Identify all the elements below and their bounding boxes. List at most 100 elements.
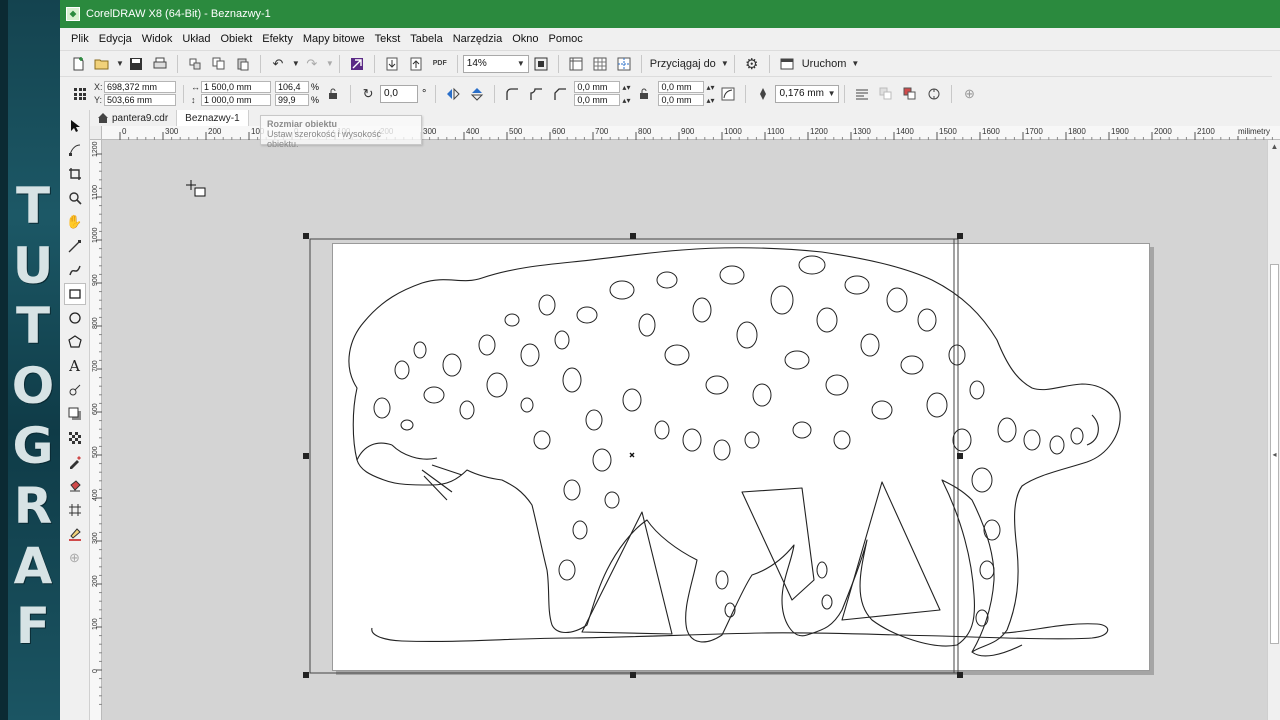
print-icon[interactable]: [150, 54, 170, 74]
zoom-level-combo[interactable]: 14% ▼: [462, 54, 529, 73]
corner-radius-bottom-right-field[interactable]: 0,0 mm: [658, 94, 705, 106]
to-front-icon[interactable]: [876, 84, 896, 104]
scale-height-field[interactable]: 99,9: [275, 94, 309, 106]
pick-tool-icon[interactable]: [64, 115, 86, 137]
relative-corner-scaling-icon[interactable]: [718, 84, 738, 104]
pan-tool-icon[interactable]: ✋: [64, 211, 86, 233]
cut-icon[interactable]: [185, 54, 205, 74]
title-bar[interactable]: CorelDRAW X8 (64-Bit) - Beznazwy-1: [60, 0, 1280, 28]
height-field[interactable]: 1 000,0 mm: [201, 94, 271, 106]
menu-mapy-bitowe[interactable]: Mapy bitowe: [298, 33, 370, 45]
crop-tool-icon[interactable]: [64, 163, 86, 185]
add-icon[interactable]: ⊕: [959, 84, 979, 104]
publish-pdf-icon[interactable]: PDF: [430, 54, 450, 74]
paste-icon[interactable]: [233, 54, 253, 74]
menu-pomoc[interactable]: Pomoc: [544, 33, 588, 45]
show-grid-icon[interactable]: [590, 54, 610, 74]
show-guidelines-icon[interactable]: [614, 54, 634, 74]
scroll-middle-icon: ◂: [1272, 450, 1277, 459]
spinner-icon[interactable]: ▴▾: [622, 83, 630, 92]
import-icon[interactable]: [382, 54, 402, 74]
redo-icon[interactable]: ↷: [302, 54, 322, 74]
corner-radius-bottom-left-field[interactable]: 0,0 mm: [574, 94, 621, 106]
search-content-icon[interactable]: [347, 54, 367, 74]
new-document-icon[interactable]: [68, 54, 88, 74]
chevron-down-icon[interactable]: ▼: [326, 59, 334, 68]
ruler-origin[interactable]: [90, 126, 102, 140]
menu-okno[interactable]: Okno: [507, 33, 543, 45]
snap-to-label[interactable]: Przyciągaj do: [650, 58, 716, 70]
convert-to-curves-icon[interactable]: [924, 84, 944, 104]
object-origin-icon[interactable]: [70, 84, 90, 104]
color-eyedropper-tool-icon[interactable]: [64, 451, 86, 473]
outline-tool-icon[interactable]: [64, 523, 86, 545]
lock-ratio-icon[interactable]: [323, 84, 343, 104]
menu-plik[interactable]: Plik: [66, 33, 94, 45]
width-field[interactable]: 1 500,0 mm: [201, 81, 271, 93]
mirror-horizontal-icon[interactable]: [443, 84, 463, 104]
menu-tabela[interactable]: Tabela: [405, 33, 447, 45]
menu-tekst[interactable]: Tekst: [370, 33, 406, 45]
polygon-tool-icon[interactable]: [64, 331, 86, 353]
menu-efekty[interactable]: Efekty: [257, 33, 298, 45]
parallel-dimension-tool-icon[interactable]: [64, 379, 86, 401]
scale-width-field[interactable]: 106,4: [275, 81, 309, 93]
rectangle-tool-icon[interactable]: [63, 283, 86, 305]
wrap-text-icon[interactable]: [852, 84, 872, 104]
chevron-down-icon[interactable]: ▼: [292, 59, 300, 68]
chamfered-corner-icon[interactable]: [550, 84, 570, 104]
launch-label[interactable]: Uruchom: [802, 58, 847, 70]
vertical-scrollbar[interactable]: ▲ ◂: [1267, 140, 1280, 720]
menu-obiekt[interactable]: Obiekt: [215, 33, 257, 45]
artistic-media-tool-icon[interactable]: [64, 259, 86, 281]
y-position-field[interactable]: 503,66 mm: [104, 94, 176, 106]
menu-edycja[interactable]: Edycja: [94, 33, 137, 45]
zoom-tool-icon[interactable]: [64, 187, 86, 209]
menu-uklad[interactable]: Układ: [177, 33, 215, 45]
freehand-tool-icon[interactable]: [64, 235, 86, 257]
scroll-up-icon[interactable]: ▲: [1268, 142, 1280, 154]
rotate-icon[interactable]: ↻: [358, 84, 378, 104]
menu-widok[interactable]: Widok: [137, 33, 178, 45]
x-position-field[interactable]: 698,372 mm: [104, 81, 176, 93]
vertical-ruler[interactable]: 1200 1100 1000 900 800 700 600 500 400 300 200 100 0: [90, 140, 102, 720]
corner-radius-top-left-field[interactable]: 0,0 mm: [574, 81, 621, 93]
open-folder-icon[interactable]: [92, 54, 112, 74]
undo-icon[interactable]: ↶: [268, 54, 288, 74]
lock-corners-icon[interactable]: [634, 84, 654, 104]
gear-icon[interactable]: ⚙: [742, 54, 762, 74]
interactive-fill-tool-icon[interactable]: [64, 475, 86, 497]
to-back-icon[interactable]: [900, 84, 920, 104]
ellipse-tool-icon[interactable]: [64, 307, 86, 329]
corner-radius-top-right-field[interactable]: 0,0 mm: [658, 81, 705, 93]
add-tool-icon[interactable]: ⊕: [64, 547, 86, 569]
show-rulers-icon[interactable]: [566, 54, 586, 74]
outline-pen-icon[interactable]: [753, 84, 773, 104]
shape-tool-icon[interactable]: [64, 139, 86, 161]
smart-fill-tool-icon[interactable]: [64, 499, 86, 521]
spinner-icon[interactable]: ▴▾: [622, 96, 630, 105]
outline-width-combo[interactable]: 0,176 mm ▼: [775, 84, 840, 103]
scalloped-corner-icon[interactable]: [526, 84, 546, 104]
center-marker: [629, 452, 635, 458]
application-launcher-icon[interactable]: [777, 54, 797, 74]
mirror-vertical-icon[interactable]: [467, 84, 487, 104]
chevron-down-icon[interactable]: ▼: [116, 59, 124, 68]
drawing-canvas[interactable]: [102, 140, 1267, 720]
save-icon[interactable]: [126, 54, 146, 74]
transparency-tool-icon[interactable]: [64, 427, 86, 449]
spinner-icon[interactable]: ▴▾: [706, 96, 714, 105]
chevron-down-icon[interactable]: ▼: [721, 59, 729, 68]
zoom-to-page-icon[interactable]: [531, 54, 551, 74]
rotation-angle-field[interactable]: 0,0: [380, 84, 419, 103]
round-corner-icon[interactable]: [502, 84, 522, 104]
tab-document[interactable]: Beznazwy-1: [176, 110, 249, 126]
export-icon[interactable]: [406, 54, 426, 74]
copy-icon[interactable]: [209, 54, 229, 74]
chevron-down-icon[interactable]: ▼: [851, 59, 859, 68]
tab-welcome[interactable]: pantera9.cdr: [90, 110, 176, 126]
spinner-icon[interactable]: ▴▾: [706, 83, 714, 92]
menu-narzedzia[interactable]: Narzędzia: [448, 33, 508, 45]
text-tool-icon[interactable]: A: [64, 355, 86, 377]
drop-shadow-tool-icon[interactable]: [64, 403, 86, 425]
